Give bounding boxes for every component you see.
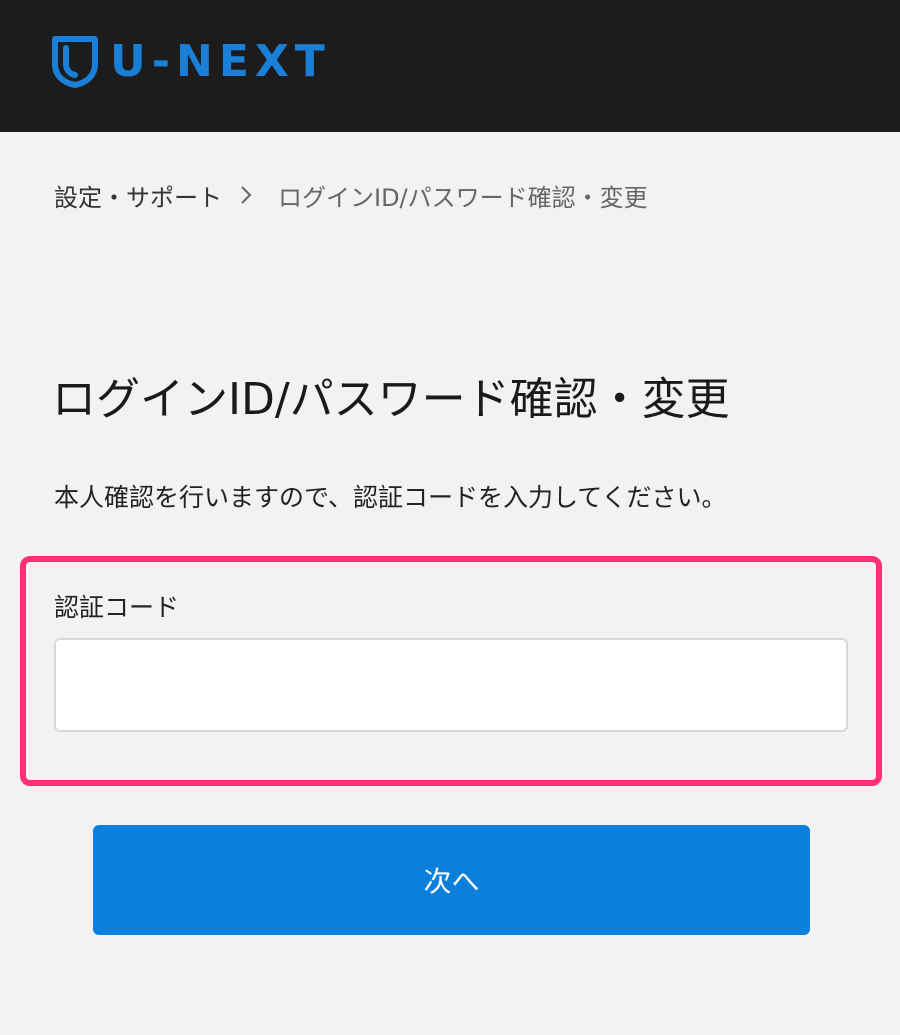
- u-next-logo[interactable]: U-NEXT: [52, 36, 331, 88]
- verification-code-label: 認証コード: [54, 593, 180, 622]
- verification-code-input[interactable]: [54, 638, 848, 732]
- breadcrumb-link-settings-support[interactable]: 設定・サポート: [54, 178, 222, 213]
- next-button[interactable]: 次へ: [93, 825, 810, 935]
- u-next-shield-icon: [52, 36, 98, 88]
- breadcrumb-current: ログインID/パスワード確認・変更: [278, 183, 648, 212]
- chevron-right-icon: [240, 185, 252, 205]
- page-title: ログインID/パスワード確認・変更: [52, 374, 730, 425]
- logo-text: U-NEXT: [110, 36, 331, 87]
- app-header: U-NEXT: [0, 0, 900, 132]
- instruction-text: 本人確認を行いますので、認証コードを入力してください。: [54, 483, 727, 512]
- breadcrumb: 設定・サポート ログインID/パスワード確認・変更: [54, 178, 648, 212]
